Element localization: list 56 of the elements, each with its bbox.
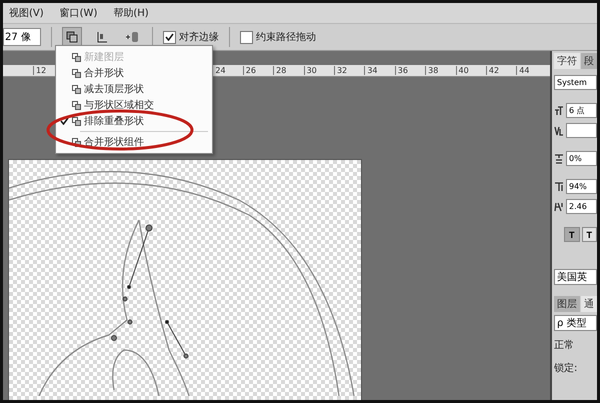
- text-field[interactable]: 94%: [566, 179, 597, 194]
- ruler-label: 40: [456, 66, 486, 75]
- menu-item[interactable]: 窗口(W): [60, 6, 98, 20]
- vertical-scale-icon: [554, 182, 564, 192]
- kerning-icon: [554, 126, 564, 136]
- tracking-icon: [554, 154, 564, 164]
- layer-search-field[interactable]: ρ 类型: [554, 315, 597, 331]
- checkmark-icon: [165, 33, 174, 41]
- checkmark-icon: [60, 117, 69, 125]
- menu-item[interactable]: 帮助(H): [113, 6, 149, 20]
- menu-option-label: 排除重叠形状: [84, 114, 144, 128]
- ruler-label: 28: [273, 66, 304, 75]
- menu-option-label: 减去顶层形状: [84, 82, 144, 96]
- menu-option-label: 与形状区域相交: [84, 98, 154, 112]
- ruler-label: 34: [364, 66, 395, 75]
- panel-tab[interactable]: 段: [581, 53, 597, 69]
- overlapping-squares-icon: [66, 31, 78, 43]
- ruler-label: 38: [425, 66, 456, 75]
- menu-option[interactable]: 合并形状组件: [56, 134, 212, 150]
- language-field[interactable]: 美国英: [554, 269, 597, 285]
- panel-tab[interactable]: 通: [581, 296, 597, 312]
- lock-label: 锁定:: [554, 362, 578, 375]
- align-icon: [96, 31, 108, 43]
- checkbox-box[interactable]: [163, 30, 176, 44]
- menu-option-label: 合并形状: [84, 66, 124, 80]
- style-button[interactable]: T: [582, 227, 597, 242]
- text-field[interactable]: 0%: [566, 151, 597, 166]
- panel-tab[interactable]: 图层: [554, 296, 580, 312]
- arrange-icon: [125, 30, 139, 44]
- style-button[interactable]: T: [564, 227, 580, 242]
- font-size-icon: [554, 106, 564, 116]
- menu-option-label: 合并形状组件: [84, 136, 144, 149]
- text-field[interactable]: 6 点: [566, 103, 597, 118]
- panel-tab[interactable]: 字符: [554, 53, 580, 69]
- shape-operation-icon: [72, 138, 81, 146]
- checkbox[interactable]: 约束路径拖动: [240, 30, 316, 44]
- ruler-label: 42: [486, 66, 516, 75]
- menu-option-label: 新建图层: [84, 50, 124, 64]
- menu-option[interactable]: 排除重叠形状: [56, 113, 212, 129]
- ruler-label: 26: [242, 66, 274, 75]
- menu-option[interactable]: 减去顶层形状: [56, 81, 212, 97]
- text-field[interactable]: 2.46: [566, 199, 597, 214]
- ruler-label: 32: [334, 66, 364, 75]
- checkbox-box[interactable]: [240, 30, 253, 44]
- menu-item[interactable]: 视图(V): [9, 6, 44, 20]
- baseline-shift-icon: [554, 202, 564, 212]
- menu-option[interactable]: 与形状区域相交: [56, 97, 212, 113]
- path-operations-button[interactable]: [62, 27, 82, 47]
- checkbox[interactable]: 对齐边缘: [163, 30, 219, 44]
- ruler-label: 36: [394, 66, 426, 75]
- blend-mode-label: 正常: [554, 338, 575, 352]
- ruler-label: 30: [304, 66, 334, 75]
- ruler-label: 44: [516, 66, 547, 75]
- font-field[interactable]: System: [554, 75, 597, 90]
- size-field[interactable]: 27 像: [3, 28, 41, 46]
- text-field[interactable]: [566, 123, 597, 138]
